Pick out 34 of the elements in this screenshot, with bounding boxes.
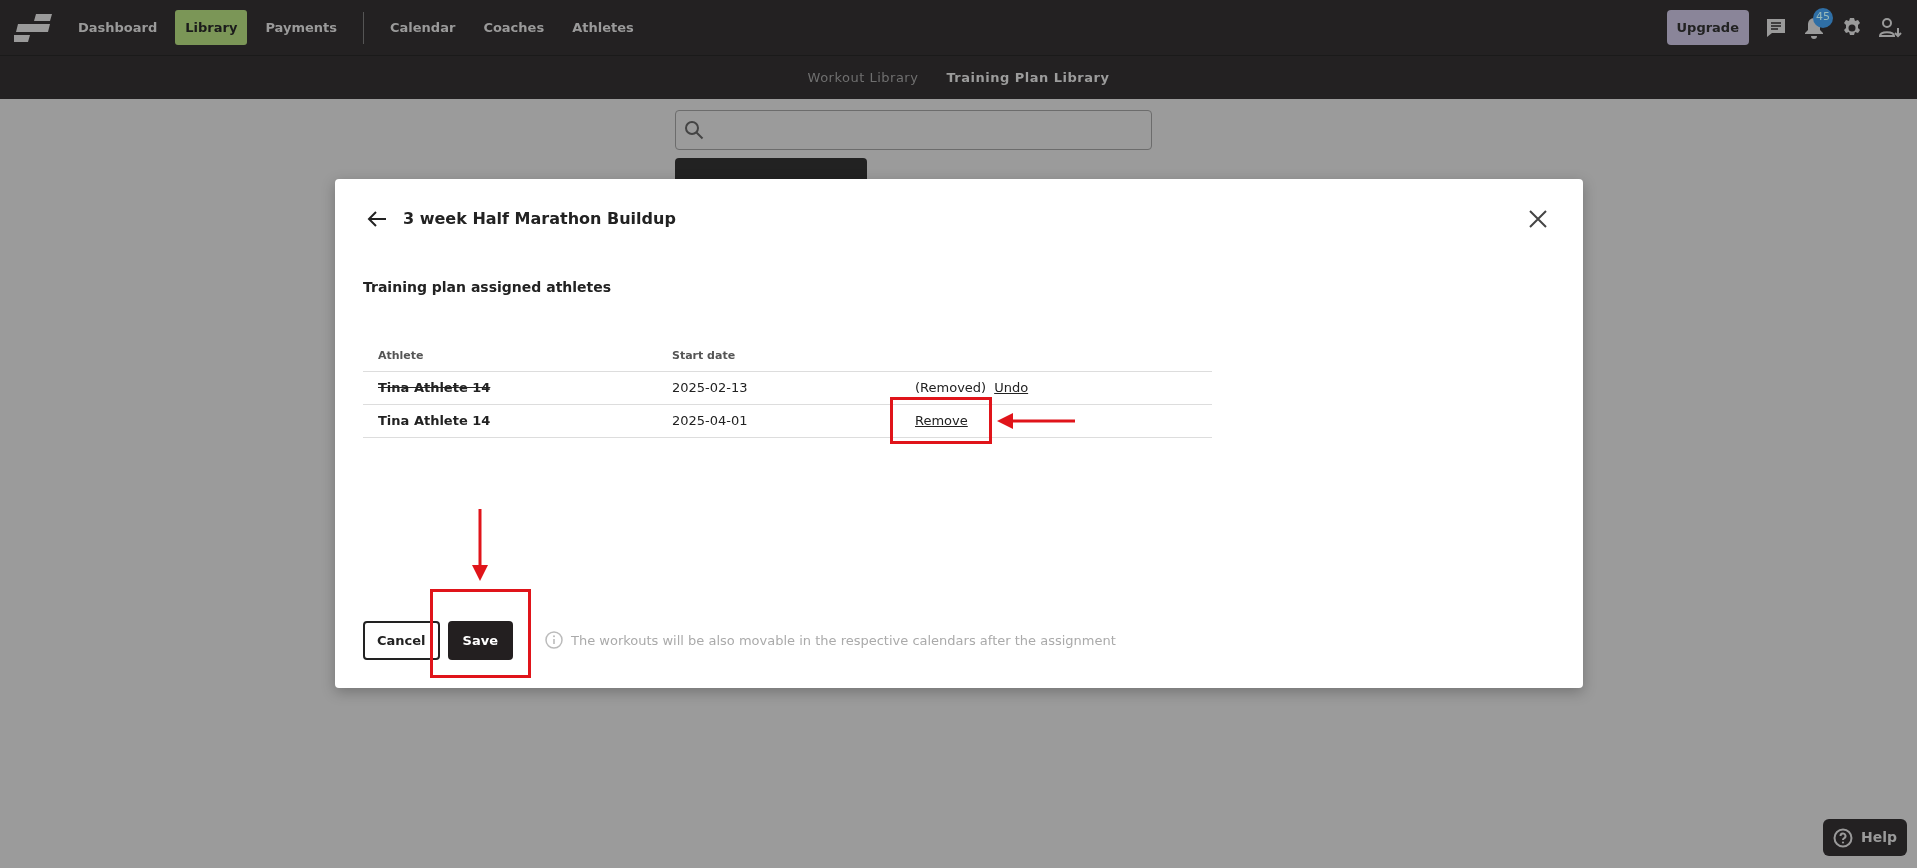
dialog-title: 3 week Half Marathon Buildup	[403, 208, 676, 230]
back-arrow-icon[interactable]	[367, 210, 387, 228]
save-button[interactable]: Save	[447, 620, 513, 660]
person-icon[interactable]	[1879, 16, 1903, 39]
logo-icon	[14, 13, 52, 42]
help-icon	[1832, 827, 1853, 848]
column-header: Athlete	[377, 348, 425, 364]
subnav-tab[interactable]: Workout Library	[801, 66, 925, 89]
help-button[interactable]: Help	[1822, 819, 1907, 856]
close-icon[interactable]	[1529, 210, 1547, 228]
nav-tab[interactable]: Athletes	[562, 9, 644, 46]
info-icon	[545, 631, 563, 650]
section-heading: Training plan assigned athletes	[363, 278, 613, 297]
notification-count: 45	[1813, 7, 1833, 28]
nav-tab[interactable]: Payments	[255, 9, 348, 46]
nav-tab[interactable]: Calendar	[380, 9, 466, 46]
info-text: The workouts will be also movable in the respective calendars after the assignment	[571, 631, 1116, 650]
search-icon	[684, 120, 704, 140]
upgrade-button[interactable]: Upgrade	[1666, 9, 1749, 46]
nav-tab[interactable]: Library	[175, 9, 248, 46]
start-date: 2025-04-01	[671, 411, 749, 430]
remove-link[interactable]: Remove	[915, 410, 968, 431]
chat-icon[interactable]	[1765, 16, 1787, 39]
subnav-tab[interactable]: Training Plan Library	[940, 66, 1116, 89]
column-header: Start date	[671, 348, 737, 364]
removed-status: (Removed)	[915, 378, 987, 397]
athlete-name: Tina Athlete 14	[377, 411, 492, 430]
undo-link[interactable]: Undo	[994, 377, 1029, 398]
start-date: 2025-02-13	[671, 378, 749, 397]
nav-tab[interactable]: Dashboard	[68, 9, 168, 46]
nav-tab[interactable]: Coaches	[473, 9, 555, 46]
athlete-name: Tina Athlete 14	[377, 378, 492, 397]
cancel-button[interactable]: Cancel	[363, 620, 440, 660]
search-field[interactable]	[675, 110, 1152, 150]
